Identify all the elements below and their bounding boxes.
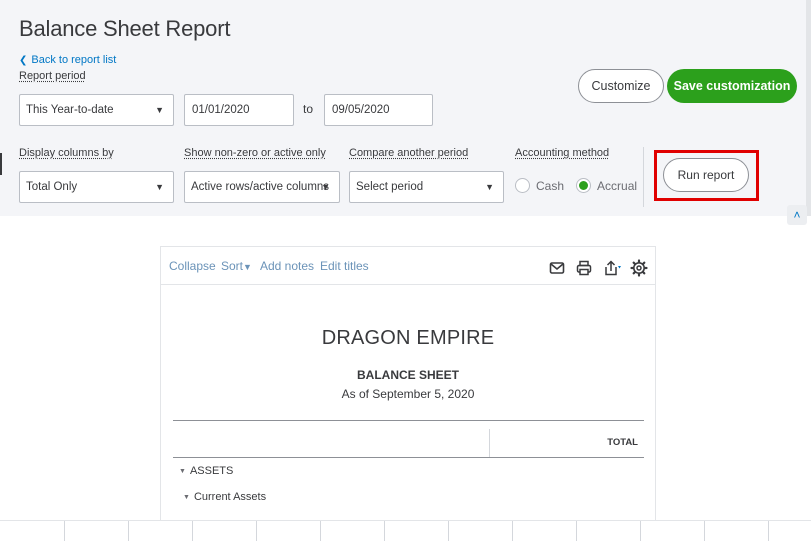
row-label: ASSETS (189, 465, 234, 477)
caret-down-icon: ▼ (485, 182, 494, 192)
show-nonzero-label: Show non-zero or active only (184, 147, 326, 159)
report-date[interactable]: As of September 5, 2020 (161, 387, 655, 401)
compare-period-label: Compare another period (349, 147, 469, 159)
spreadsheet-grid (0, 520, 811, 541)
report-toolbar: Collapse Sort▼ Add notes Edit titles (161, 247, 655, 285)
accounting-method-radio-group: Cash Accrual (515, 178, 649, 193)
chevron-up-icon: ˄ (793, 208, 801, 222)
end-date-value: 09/05/2020 (332, 104, 390, 116)
show-nonzero-select[interactable]: Active rows/active columns ▼ (184, 171, 340, 203)
start-date-input[interactable]: 01/01/2020 (184, 94, 294, 126)
total-column-header: TOTAL (607, 437, 638, 448)
grid-line (320, 521, 321, 541)
run-report-button[interactable]: Run report (663, 158, 749, 192)
grid-line (704, 521, 705, 541)
report-name[interactable]: BALANCE SHEET (161, 368, 655, 382)
column-header-rule (173, 457, 644, 458)
add-notes-link[interactable]: Add notes (260, 259, 314, 273)
accrual-radio[interactable] (576, 178, 592, 193)
grid-line (256, 521, 257, 541)
cash-radio[interactable] (515, 178, 530, 193)
start-date-value: 01/01/2020 (192, 104, 250, 116)
grid-line (512, 521, 513, 541)
caret-down-icon: ▼ (155, 182, 164, 192)
show-nonzero-value: Active rows/active columns (191, 181, 330, 193)
display-columns-value: Total Only (26, 181, 78, 193)
back-link-label: Back to report list (31, 54, 117, 66)
email-icon[interactable] (548, 259, 566, 277)
compare-period-select[interactable]: Select period ▼ (349, 171, 504, 203)
panel-divider (643, 147, 644, 207)
chevron-left-icon: ❮ (19, 54, 28, 66)
accrual-radio-label[interactable]: Accrual (597, 179, 637, 193)
back-to-report-list-link[interactable]: ❮ Back to report list (19, 54, 116, 66)
row-assets[interactable]: ▼ ASSETS (179, 465, 233, 477)
print-icon[interactable] (575, 259, 593, 277)
report-period-select[interactable]: This Year-to-date ▼ (19, 94, 174, 126)
display-columns-select[interactable]: Total Only ▼ (19, 171, 174, 203)
report-period-label: Report period (19, 70, 86, 82)
edge-marker (0, 153, 2, 175)
company-name[interactable]: DRAGON EMPIRE (161, 327, 655, 350)
compare-period-value: Select period (356, 181, 424, 193)
sort-label: Sort (221, 259, 244, 273)
grid-line (640, 521, 641, 541)
grid-line (768, 521, 769, 541)
end-date-input[interactable]: 09/05/2020 (324, 94, 433, 126)
sort-dropdown[interactable]: Sort▼ (221, 259, 252, 273)
radio-selected-dot (579, 181, 589, 190)
settings-icon[interactable] (630, 259, 648, 277)
report-period-value: This Year-to-date (26, 104, 114, 116)
collapse-link[interactable]: Collapse (169, 259, 216, 273)
caret-down-icon: ▼ (321, 182, 330, 192)
grid-line (192, 521, 193, 541)
row-label: Current Assets (193, 491, 267, 503)
caret-down-icon: ▼ (243, 262, 252, 272)
display-columns-label: Display columns by (19, 147, 114, 159)
expand-triangle-icon[interactable]: ▼ (183, 494, 190, 501)
to-label: to (303, 102, 314, 116)
grid-line (448, 521, 449, 541)
caret-down-icon: ▼ (155, 105, 164, 115)
customize-button[interactable]: Customize (578, 69, 664, 103)
report-card: Collapse Sort▼ Add notes Edit titles DRA… (160, 246, 656, 526)
edit-titles-link[interactable]: Edit titles (320, 259, 369, 273)
cash-radio-label[interactable]: Cash (536, 179, 564, 193)
grid-line (64, 521, 65, 541)
scrollbar[interactable] (806, 0, 811, 216)
expand-triangle-icon[interactable]: ▼ (179, 468, 186, 475)
grid-line (128, 521, 129, 541)
accounting-method-label: Accounting method (515, 147, 610, 159)
grid-line (576, 521, 577, 541)
row-current-assets[interactable]: ▼ Current Assets (183, 491, 266, 503)
save-customization-button[interactable]: Save customization (667, 69, 797, 103)
page-title: Balance Sheet Report (19, 16, 231, 41)
report-settings-panel: Balance Sheet Report ❮ Back to report li… (0, 0, 811, 216)
header-rule (173, 420, 644, 421)
export-icon[interactable] (603, 259, 625, 277)
column-separator (489, 429, 490, 457)
collapse-panel-button[interactable]: ˄ (787, 205, 807, 225)
grid-line (384, 521, 385, 541)
